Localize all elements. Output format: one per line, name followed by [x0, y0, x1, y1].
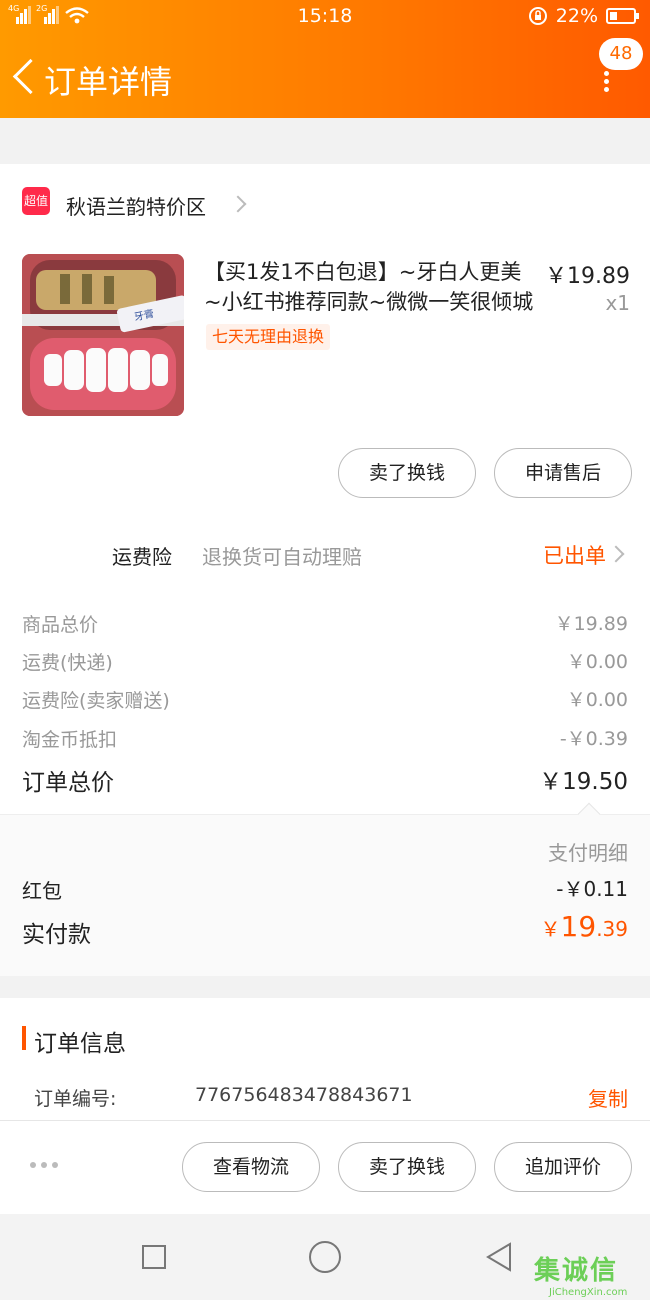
return-policy-tag: 七天无理由退换: [206, 324, 331, 350]
product-title[interactable]: 【买1发1不白包退】~牙白人更美~小红书推荐同款~微微一笑很倾城: [204, 257, 534, 317]
more-actions-icon[interactable]: [30, 1162, 60, 1170]
back-icon[interactable]: [10, 56, 38, 96]
status-right: 22%: [528, 5, 639, 27]
red-packet-label: 红包: [22, 879, 62, 903]
apply-aftersale-button[interactable]: 申请售后: [494, 448, 632, 498]
store-name[interactable]: 秋语兰韵特价区: [66, 191, 206, 220]
watermark-url: JiChengXin.com: [549, 1287, 628, 1298]
price-row-label: 运费险(卖家赠送): [22, 690, 170, 712]
product-image[interactable]: 牙膏: [22, 254, 184, 416]
store-logo: 超值: [22, 187, 50, 215]
price-row-label: 运费(快递): [22, 652, 113, 674]
paid-amount-label: 实付款: [22, 922, 91, 948]
sell-for-cash-button[interactable]: 卖了换钱: [338, 448, 476, 498]
battery-icon: [606, 8, 639, 24]
battery-percent: 22%: [555, 5, 598, 27]
paid-currency: ￥: [540, 917, 561, 941]
app-header: 4G 2G 15:18 22% 订单详情 48: [0, 0, 650, 118]
payment-detail-label[interactable]: 支付明细: [548, 837, 628, 866]
sell-for-cash-bottom-button[interactable]: 卖了换钱: [338, 1142, 476, 1192]
order-number-label: 订单编号:: [34, 1088, 117, 1110]
shipping-insurance-status[interactable]: 已出单: [543, 540, 606, 570]
more-menu-icon[interactable]: [600, 68, 614, 94]
price-row-value: ￥0.00: [566, 651, 628, 673]
recent-apps-icon[interactable]: [142, 1245, 166, 1269]
order-total-value: ￥19.50: [539, 769, 628, 795]
order-number: 776756483478843671: [195, 1084, 413, 1106]
product-quantity: x1: [605, 291, 630, 315]
message-count-badge[interactable]: 48: [599, 38, 643, 70]
red-packet-value: -￥0.11: [556, 877, 628, 901]
price-row-value: ￥0.00: [566, 689, 628, 711]
price-row-value: ￥19.89: [554, 613, 628, 635]
price-row-label: 商品总价: [22, 614, 99, 636]
paid-decimal: .39: [596, 917, 628, 941]
home-icon[interactable]: [309, 1241, 341, 1273]
copy-order-number-button[interactable]: 复制: [588, 1083, 628, 1112]
add-review-button[interactable]: 追加评价: [494, 1142, 632, 1192]
paid-amount-value: ￥19.39: [541, 910, 628, 943]
price-row-label: 淘金币抵扣: [22, 729, 118, 751]
nav-back-icon[interactable]: [484, 1241, 514, 1273]
rotation-lock-icon: [528, 7, 547, 25]
order-total-label: 订单总价: [22, 770, 114, 796]
section-accent-bar: [22, 1026, 26, 1050]
watermark-logo: 集诚信: [534, 1256, 619, 1286]
paid-integer: 19: [560, 910, 597, 943]
status-bar: 4G 2G 15:18 22%: [0, 0, 650, 34]
product-photo: 牙膏: [22, 254, 184, 416]
shipping-insurance-label: 运费险: [112, 545, 172, 569]
order-info-title: 订单信息: [34, 1031, 126, 1057]
page-title: 订单详情: [44, 63, 173, 101]
view-logistics-button[interactable]: 查看物流: [182, 1142, 320, 1192]
price-row-value: -￥0.39: [559, 728, 628, 750]
product-price: ￥19.89: [545, 264, 630, 289]
shipping-insurance-desc: 退换货可自动理赔: [202, 545, 362, 569]
